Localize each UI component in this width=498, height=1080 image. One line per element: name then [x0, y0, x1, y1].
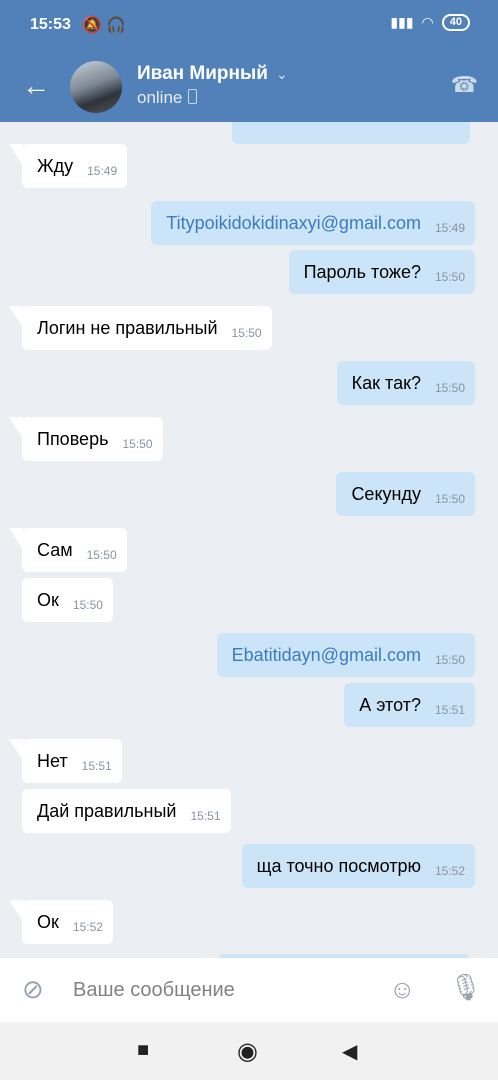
back-icon[interactable]: ◀ [342, 1039, 357, 1064]
notification-icons: 🔕 🎧 [82, 17, 127, 34]
message-time: 15:51 [81, 759, 112, 773]
message-time: 15:50 [231, 326, 262, 340]
message-text: А этот? [359, 694, 421, 715]
status-time: 15:53 [30, 16, 71, 33]
message-bubble[interactable]: Сам 15:50 [22, 528, 127, 572]
message-time: 15:50 [86, 548, 117, 562]
message-text: Пароль тоже? [303, 261, 421, 282]
status-right: ▮▮▮ ◠ 40 [390, 14, 470, 31]
message-bubble[interactable]: Titypoikidokidinaxyi@gmail.com 15:49 [151, 201, 475, 245]
message-time: 15:51 [190, 809, 221, 823]
message-bubble[interactable]: Дай правильный 15:51 [22, 789, 231, 833]
message-time: 15:50 [434, 653, 465, 667]
message-bubble[interactable]: А этот? 15:51 [344, 683, 475, 727]
message-text: Ок [37, 911, 59, 932]
contact-status: online [137, 88, 198, 108]
back-arrow-icon[interactable]: ← [22, 72, 50, 100]
wifi-icon: ◠ [421, 14, 434, 30]
message-text: Как так? [351, 372, 421, 393]
message-text: Дай правильный [37, 800, 177, 821]
message-input[interactable]: Ваше сообщение [73, 979, 235, 1002]
message-time: 15:52 [72, 920, 103, 934]
mobile-icon [188, 89, 198, 104]
phone-call-icon[interactable]: ☎ [451, 72, 478, 98]
chat-header: 15:53 🔕 🎧 ▮▮▮ ◠ 40 ← Иван Мирный ⌄ onlin… [0, 0, 498, 122]
message-bubble[interactable]: Пароль тоже? 15:50 [288, 250, 475, 294]
chevron-down-icon[interactable]: ⌄ [276, 66, 288, 83]
message-time: 15:50 [434, 381, 465, 395]
message-text: Ок [37, 589, 59, 610]
message-time: 15:52 [434, 864, 465, 878]
attachment-icon[interactable]: ⊘ [22, 974, 44, 1005]
message-text: Логин не правильный [37, 317, 218, 338]
message-text: ща точно посмотрю [256, 855, 421, 876]
message-time: 15:50 [122, 437, 153, 451]
message-bubble[interactable]: ща точно посмотрю 15:52 [241, 844, 475, 888]
status-text: online [137, 88, 183, 107]
message-text: Пповерь [37, 428, 109, 449]
message-time: 15:51 [434, 703, 465, 717]
message-bubble[interactable]: Нет 15:51 [22, 739, 122, 783]
email-link[interactable]: Titypoikidokidinaxyi@gmail.com [166, 213, 421, 234]
message-text: Нет [37, 750, 68, 771]
message-bubble[interactable]: Ок 15:50 [22, 578, 113, 622]
signal-icon: ▮▮▮ [390, 14, 414, 30]
emoji-icon[interactable]: ☺ [389, 974, 416, 1005]
message-bubble[interactable]: Ebatitidayn@gmail.com 15:50 [216, 633, 475, 677]
avatar[interactable] [70, 61, 122, 113]
message-bubble[interactable]: Как так? 15:50 [336, 361, 475, 405]
message-bubble[interactable]: Ок 15:52 [22, 900, 113, 944]
message-time: 15:50 [72, 598, 103, 612]
message-text: Жду [37, 155, 74, 176]
home-icon[interactable]: ◉ [237, 1037, 258, 1066]
message-time: 15:49 [434, 221, 465, 235]
message-bubble[interactable]: Жду 15:49 [22, 144, 128, 188]
message-text: Сам [37, 539, 73, 560]
status-bar: 15:53 🔕 🎧 ▮▮▮ ◠ 40 [0, 0, 498, 52]
microphone-icon[interactable]: 🎙 [449, 972, 482, 1003]
battery-icon: 40 [441, 14, 470, 31]
message-time: 15:50 [434, 270, 465, 284]
message-text: Секунду [351, 483, 421, 504]
message-bubble-partial [232, 122, 470, 144]
message-list[interactable]: Жду 15:49 Titypoikidokidinaxyi@gmail.com 1… [0, 122, 498, 958]
message-time: 15:49 [87, 164, 118, 178]
message-time: 15:50 [434, 492, 465, 506]
message-bubble[interactable]: Логин не правильный 15:50 [22, 306, 272, 350]
contact-name[interactable]: Иван Мирный [137, 63, 268, 85]
message-bubble[interactable]: Пповерь 15:50 [22, 417, 163, 461]
message-bubble[interactable]: Секунду 15:50 [336, 472, 475, 516]
recent-apps-icon[interactable]: ■ [137, 1039, 149, 1062]
email-link[interactable]: Ebatitidayn@gmail.com [232, 645, 421, 666]
